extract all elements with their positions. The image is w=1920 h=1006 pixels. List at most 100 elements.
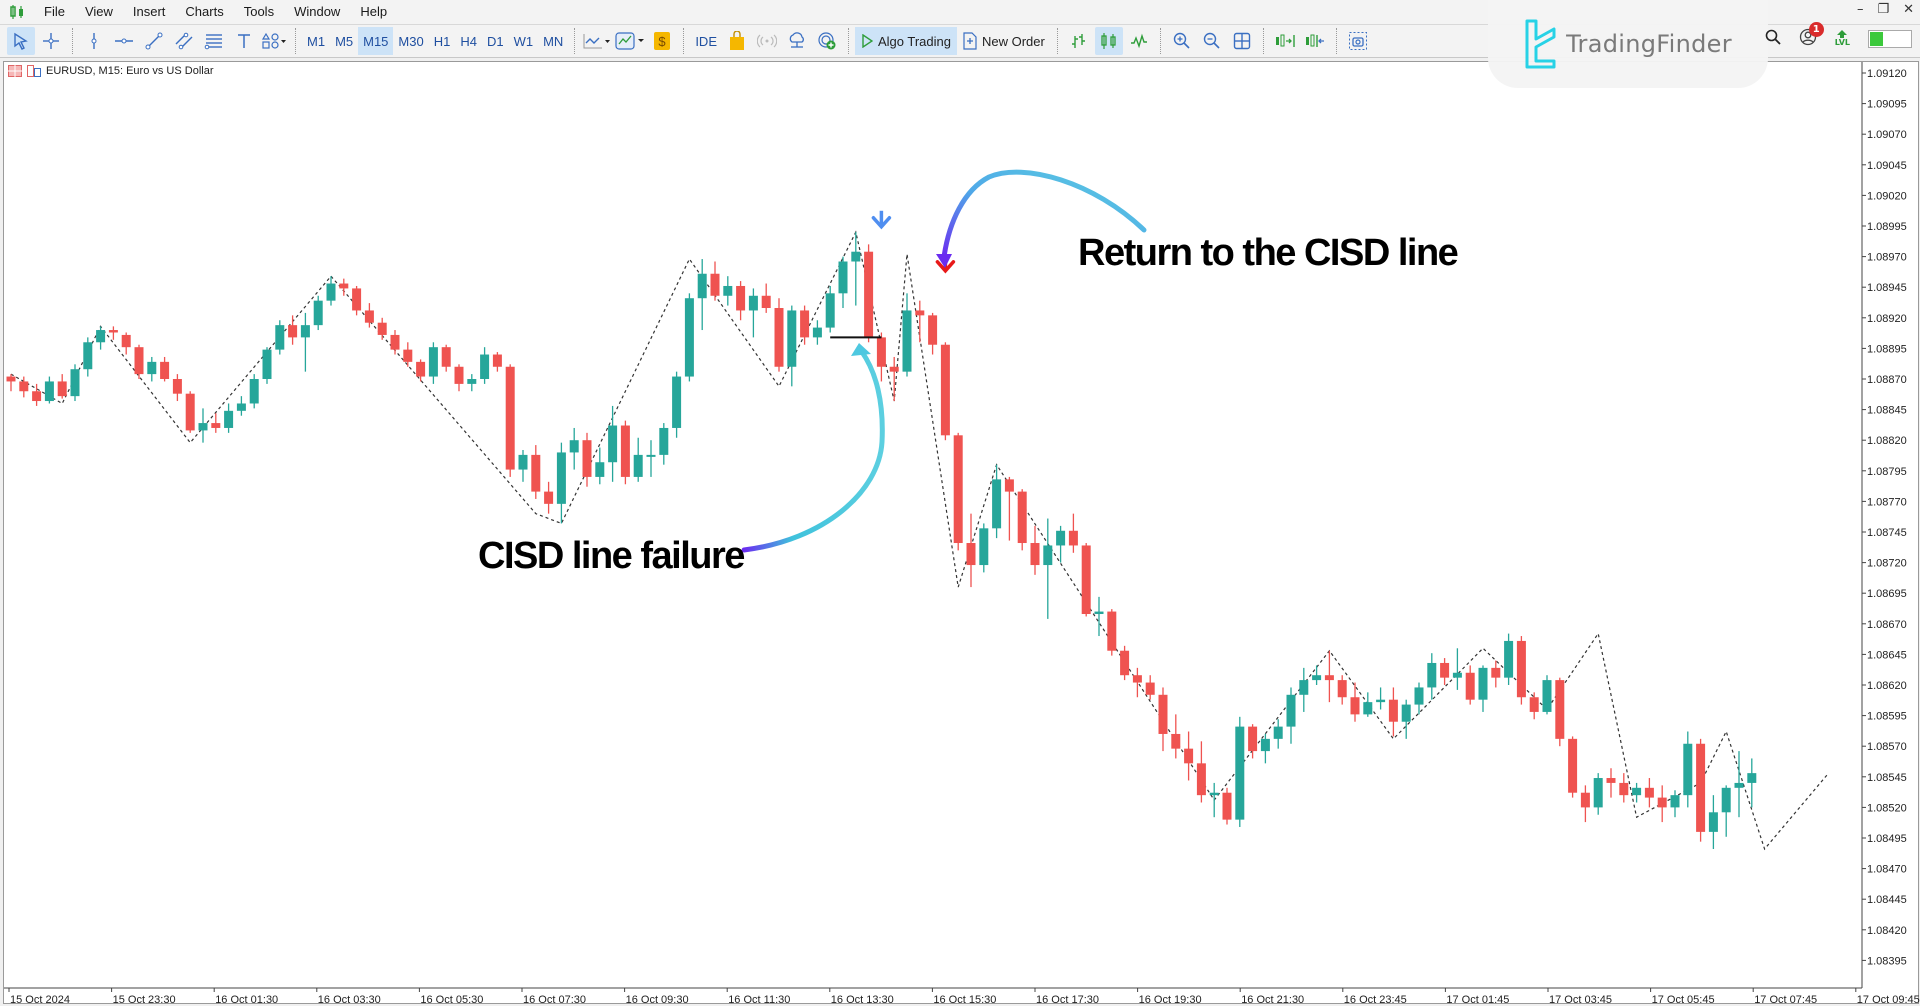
- chart-shift-button[interactable]: [1301, 27, 1329, 55]
- candle-body: [710, 273, 720, 296]
- zoom-out-icon: [1203, 32, 1220, 49]
- candle-body: [1644, 787, 1654, 798]
- candle: [1068, 513, 1078, 553]
- candle-body: [851, 251, 861, 262]
- chart-window[interactable]: EURUSD, M15: Euro vs US Dollar 1.09120 1.…: [3, 61, 1920, 1005]
- candle: [1683, 731, 1693, 808]
- timeframe-m5[interactable]: M5: [330, 27, 358, 55]
- bar-chart-button[interactable]: [1065, 27, 1093, 55]
- candle: [992, 464, 1002, 539]
- candle: [441, 344, 451, 372]
- cursor-tool-button[interactable]: [7, 27, 35, 55]
- new-order-label: New Order: [981, 33, 1045, 49]
- timeframe-m1[interactable]: M1: [302, 27, 330, 55]
- candle-body: [1401, 704, 1411, 722]
- menu-insert[interactable]: Insert: [123, 0, 176, 24]
- candle-body: [1222, 792, 1232, 820]
- shop-button[interactable]: [723, 27, 751, 55]
- candle: [390, 330, 400, 355]
- crosshair-tool-button[interactable]: [37, 27, 65, 55]
- timeframe-h4[interactable]: H4: [455, 27, 482, 55]
- broadcast-icon: [756, 34, 777, 48]
- candle: [1401, 699, 1411, 739]
- timeframe-w1[interactable]: W1: [509, 27, 539, 55]
- candle: [198, 408, 208, 443]
- candle-chart-button[interactable]: [1094, 27, 1123, 55]
- candle-body: [1670, 795, 1680, 808]
- time-tick-label: 16 Oct 11:30: [728, 994, 790, 1005]
- candle: [1593, 773, 1603, 815]
- timeframe-h1[interactable]: H1: [429, 27, 456, 55]
- restore-icon[interactable]: ❐: [1877, 2, 1889, 17]
- zoom-out-button[interactable]: [1198, 27, 1226, 55]
- horizontal-line-button[interactable]: [110, 27, 138, 55]
- svg-text:$: $: [659, 34, 667, 49]
- candle: [1478, 665, 1488, 712]
- candle: [915, 300, 925, 343]
- menu-tools[interactable]: Tools: [234, 0, 284, 24]
- vertical-line-button[interactable]: [80, 27, 108, 55]
- close-icon[interactable]: ✕: [1903, 2, 1914, 17]
- price-tick-label: 1.09020: [1867, 190, 1907, 202]
- chart-type-button[interactable]: [582, 27, 612, 55]
- candle: [1107, 609, 1117, 656]
- menu-view[interactable]: View: [75, 0, 123, 24]
- price-tick-label: 1.08795: [1867, 466, 1907, 478]
- vps-button[interactable]: [783, 27, 811, 55]
- autoscroll-button[interactable]: [1271, 27, 1299, 55]
- timeframe-m30[interactable]: M30: [393, 27, 428, 55]
- candle-body: [1312, 675, 1322, 681]
- candle: [1363, 692, 1373, 717]
- menu-window[interactable]: Window: [284, 0, 350, 24]
- price-chart[interactable]: 1.09120 1.09095 1.09070 1.09045 1.09020 1.089…: [4, 62, 1920, 1005]
- timeframe-d1[interactable]: D1: [482, 27, 509, 55]
- new-order-button[interactable]: New Order: [957, 27, 1051, 55]
- candle-body: [1734, 782, 1744, 788]
- level-indicator: LVL: [1835, 30, 1850, 47]
- timeframe-m15[interactable]: M15: [358, 27, 394, 55]
- fibonacci-button[interactable]: [200, 27, 228, 55]
- candle-body: [800, 310, 810, 338]
- zoom-in-button[interactable]: [1168, 27, 1196, 55]
- candle: [236, 396, 246, 416]
- line-chart-icon: [583, 34, 611, 49]
- toolbar-separator: [1056, 28, 1058, 54]
- trendline-button[interactable]: [140, 27, 168, 55]
- candle: [646, 440, 656, 477]
- account-button[interactable]: 1: [1799, 22, 1824, 49]
- candle: [467, 374, 477, 392]
- signals-button[interactable]: [753, 27, 781, 55]
- channel-button[interactable]: [170, 27, 198, 55]
- timeframe-mn[interactable]: MN: [538, 27, 568, 55]
- screenshot-button[interactable]: [1344, 27, 1372, 55]
- text-tool-button[interactable]: [230, 27, 258, 55]
- market-button[interactable]: $: [648, 27, 676, 55]
- horizontal-line-icon: [115, 38, 133, 44]
- candle-body: [134, 347, 144, 375]
- tile-windows-button[interactable]: [1228, 27, 1256, 55]
- menu-help[interactable]: Help: [350, 0, 397, 24]
- indicators-button[interactable]: [614, 27, 646, 55]
- search-button[interactable]: [1765, 29, 1781, 48]
- level-label: LVL: [1834, 38, 1850, 47]
- candle: [659, 423, 669, 465]
- candle-body: [505, 366, 515, 470]
- add-signal-button[interactable]: [813, 27, 841, 55]
- candle: [864, 244, 874, 343]
- shapes-button[interactable]: [260, 27, 288, 55]
- candle-body: [787, 310, 797, 367]
- candle-body: [992, 479, 1002, 529]
- minimize-icon[interactable]: –: [1857, 2, 1864, 17]
- candle: [876, 332, 886, 382]
- candle: [761, 283, 771, 313]
- candle-body: [19, 381, 29, 392]
- menu-file[interactable]: File: [34, 0, 75, 24]
- candles-layer: [6, 210, 1757, 850]
- algo-trading-button[interactable]: Algo Trading: [854, 27, 957, 55]
- candle-body: [1235, 726, 1245, 820]
- line-chart-button[interactable]: [1125, 27, 1153, 55]
- menu-charts[interactable]: Charts: [175, 0, 233, 24]
- candle: [1209, 782, 1219, 818]
- ide-button[interactable]: IDE: [690, 27, 722, 55]
- candle: [44, 376, 54, 404]
